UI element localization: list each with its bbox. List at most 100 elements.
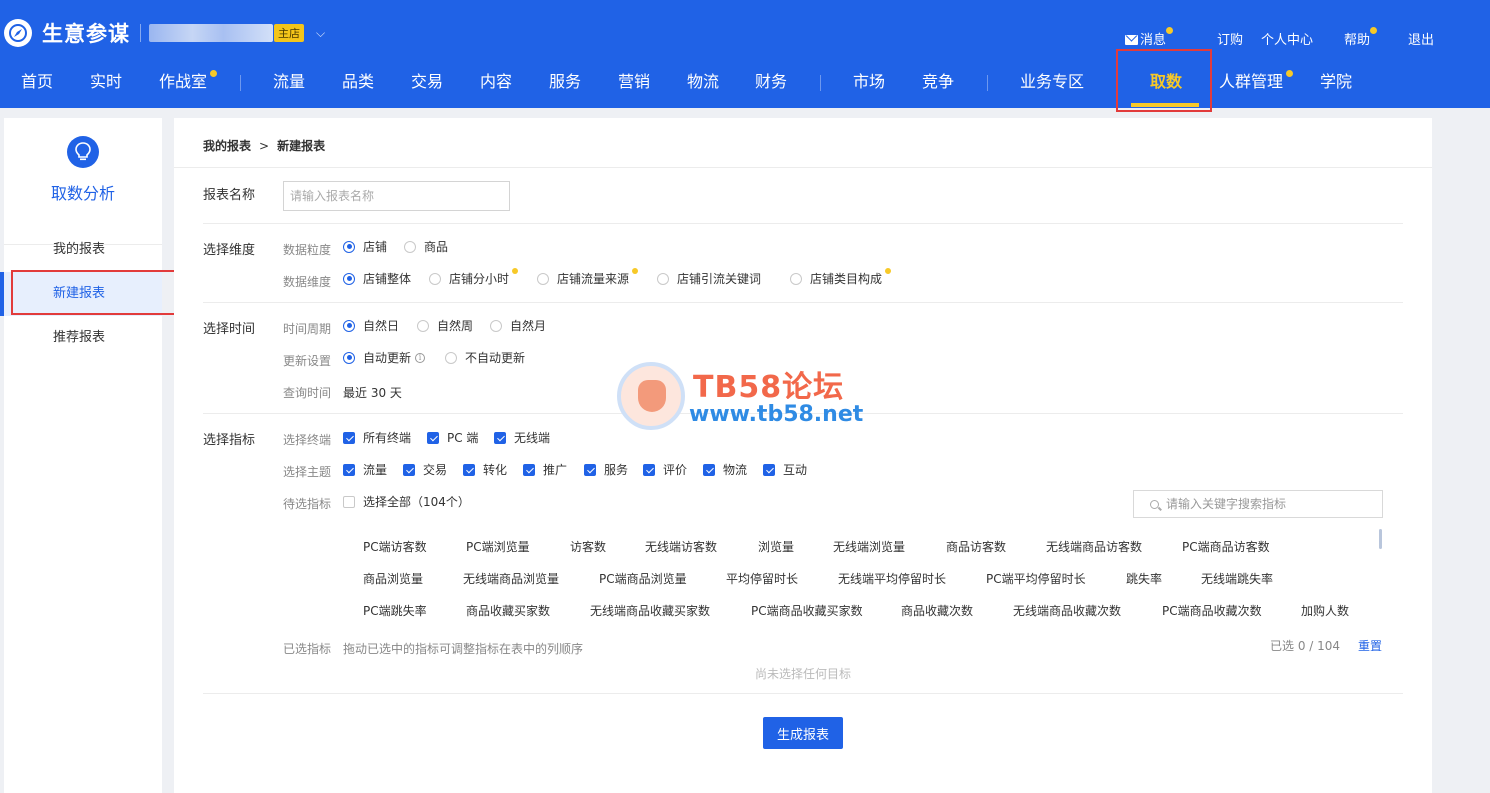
radio-period-month[interactable]: 自然月 [490,317,546,334]
checkbox[interactable] [463,463,475,476]
nav-content[interactable]: 内容 [480,62,512,102]
nav-service[interactable]: 服务 [549,62,581,102]
metric-item[interactable]: 无线端商品收藏次数 [1013,602,1121,619]
radio-period-week[interactable]: 自然周 [417,317,473,334]
breadcrumb-parent[interactable]: 我的报表 [203,139,251,153]
metric-item[interactable]: 浏览量 [758,538,794,555]
nav-war-room[interactable]: 作战室 [159,62,207,102]
metric-item[interactable]: PC端平均停留时长 [986,570,1086,587]
checkbox[interactable] [584,463,596,476]
checkbox[interactable] [763,463,775,476]
checkbox-theme-promotion[interactable]: 推广 [523,461,567,478]
radio-button[interactable] [343,351,355,364]
metric-item[interactable]: 无线端商品浏览量 [463,570,559,587]
metric-item[interactable]: PC端商品收藏买家数 [751,602,863,619]
radio-dimension-category[interactable]: 店铺类目构成 [790,268,892,287]
nav-competition[interactable]: 竞争 [922,62,954,102]
metric-item[interactable]: 商品访客数 [946,538,1006,555]
nav-finance[interactable]: 财务 [755,62,787,102]
radio-button[interactable] [343,240,355,253]
checkbox[interactable] [343,463,355,476]
checkbox-theme-trade[interactable]: 交易 [403,461,447,478]
checkbox[interactable] [343,495,355,508]
checkbox[interactable] [643,463,655,476]
radio-dimension-shop-hourly[interactable]: 店铺分小时 [429,268,519,287]
metric-item[interactable]: 商品收藏次数 [901,602,973,619]
metric-item[interactable]: 无线端商品收藏买家数 [590,602,710,619]
radio-dimension-keywords[interactable]: 店铺引流关键词 [657,270,761,287]
metric-item[interactable]: 商品浏览量 [363,570,423,587]
nav-realtime[interactable]: 实时 [90,62,122,102]
logout-link[interactable]: 退出 [1408,29,1434,48]
checkbox-theme-review[interactable]: 评价 [643,461,687,478]
checkbox-theme-traffic[interactable]: 流量 [343,461,387,478]
subscribe-link[interactable]: 订购 [1217,29,1243,48]
metric-item[interactable]: 平均停留时长 [726,570,798,587]
checkbox-theme-interaction[interactable]: 互动 [763,461,807,478]
checkbox-theme-logistics[interactable]: 物流 [703,461,747,478]
brand[interactable]: 生意参谋 主店 ⌵ [4,18,325,48]
metric-item[interactable]: PC端访客数 [363,538,427,555]
generate-report-button[interactable]: 生成报表 [763,717,843,749]
sidebar-item-recommended[interactable]: 推荐报表 [4,316,162,360]
metric-item[interactable]: PC端跳失率 [363,602,427,619]
checkbox[interactable] [427,431,439,444]
metric-item[interactable]: PC端商品浏览量 [599,570,687,587]
checkbox[interactable] [343,431,355,444]
checkbox[interactable] [703,463,715,476]
radio-button[interactable] [790,272,802,285]
checkbox-theme-conversion[interactable]: 转化 [463,461,507,478]
report-name-input[interactable] [283,181,510,211]
sidebar-item-my-reports[interactable]: 我的报表 [4,228,162,272]
checkbox-pc[interactable]: PC 端 [427,429,478,446]
checkbox[interactable] [403,463,415,476]
nav-academy[interactable]: 学院 [1320,62,1352,102]
radio-button[interactable] [537,272,549,285]
metric-item[interactable]: 无线端访客数 [645,538,717,555]
help-link[interactable]: 帮助 [1344,29,1370,48]
metric-search-input[interactable] [1166,497,1366,511]
nav-logistics[interactable]: 物流 [687,62,719,102]
nav-marketing[interactable]: 营销 [618,62,650,102]
personal-center-link[interactable]: 个人中心 [1261,29,1313,48]
metric-search-box[interactable] [1133,490,1383,518]
nav-trade[interactable]: 交易 [411,62,443,102]
metric-item[interactable]: 加购人数 [1301,602,1349,619]
nav-traffic[interactable]: 流量 [273,62,305,102]
radio-button[interactable] [657,272,669,285]
metric-item[interactable]: 商品收藏买家数 [466,602,550,619]
nav-home[interactable]: 首页 [21,62,53,102]
chevron-down-icon[interactable]: ⌵ [316,26,325,41]
radio-dimension-traffic-source[interactable]: 店铺流量来源 [537,268,639,287]
metric-list-scrollbar[interactable] [1379,529,1382,549]
radio-no-auto-update[interactable]: 不自动更新 [445,349,525,366]
checkbox-all-terminals[interactable]: 所有终端 [343,429,411,446]
radio-button[interactable] [445,351,457,364]
radio-button[interactable] [404,240,416,253]
metric-item[interactable]: 跳失率 [1126,570,1162,587]
checkbox-theme-service[interactable]: 服务 [584,461,628,478]
nav-business-zone[interactable]: 业务专区 [1020,62,1084,102]
checkbox-mobile[interactable]: 无线端 [494,429,550,446]
radio-granularity-shop[interactable]: 店铺 [343,238,387,255]
radio-button[interactable] [417,319,429,332]
metric-item[interactable]: PC端商品收藏次数 [1162,602,1262,619]
radio-auto-update[interactable]: 自动更新 i [343,349,426,366]
radio-dimension-shop-overall[interactable]: 店铺整体 [343,270,411,287]
radio-button[interactable] [490,319,502,332]
nav-category[interactable]: 品类 [342,62,374,102]
metric-item[interactable]: 无线端平均停留时长 [838,570,946,587]
radio-button[interactable] [429,272,441,285]
info-icon[interactable]: i [415,352,426,363]
metric-item[interactable]: 无线端商品访客数 [1046,538,1142,555]
reset-link[interactable]: 重置 [1358,637,1382,654]
messages-link[interactable]: 消息 [1124,29,1166,48]
checkbox[interactable] [494,431,506,444]
radio-period-day[interactable]: 自然日 [343,317,399,334]
nav-audience[interactable]: 人群管理 [1219,62,1283,102]
metric-item[interactable]: PC端商品访客数 [1182,538,1270,555]
checkbox[interactable] [523,463,535,476]
radio-granularity-product[interactable]: 商品 [404,238,448,255]
metric-item[interactable]: 访客数 [570,538,606,555]
metric-item[interactable]: 无线端跳失率 [1201,570,1273,587]
